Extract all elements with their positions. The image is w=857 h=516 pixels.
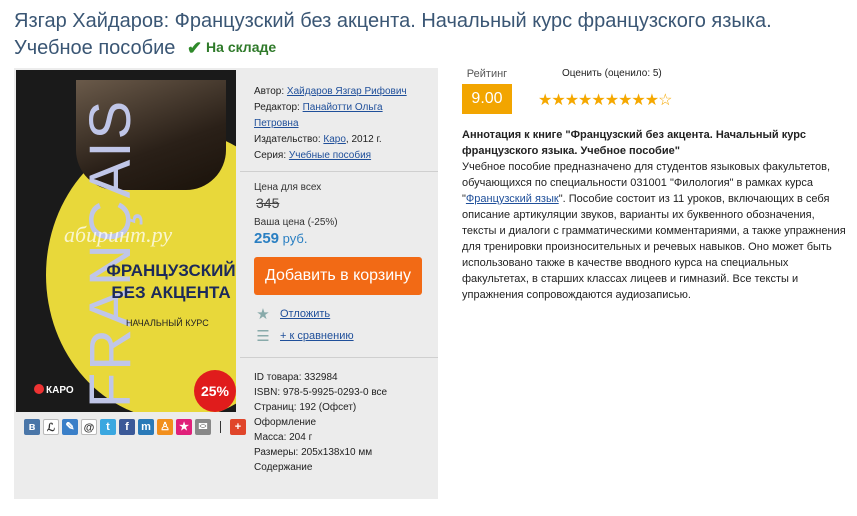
your-price-label: Ваша цена (-25%)	[254, 217, 338, 228]
book-cover[interactable]: FRANÇAIS абиринт.ру ФРАНЦУЗСКИЙ БЕЗ АКЦЕ…	[16, 70, 236, 412]
moimir-share-icon[interactable]: m	[138, 419, 154, 435]
contents-link[interactable]: Содержание	[254, 462, 312, 473]
product-id: ID товара: 332984	[254, 372, 338, 383]
book-title: Язгар Хайдаров: Французский без акцента.…	[14, 10, 772, 59]
rating-star-icon[interactable]: ★	[618, 92, 632, 109]
email-share-icon[interactable]: ✉	[195, 419, 211, 435]
meta-section: Автор: Хайдаров Язгар Рифович Редактор: …	[240, 68, 438, 172]
star-icon: ★	[256, 306, 270, 323]
mailru-share-icon[interactable]: @	[81, 419, 97, 435]
cover-watermark: абиринт.ру	[64, 222, 173, 247]
product-info: Автор: Хайдаров Язгар Рифович Редактор: …	[240, 68, 438, 483]
rating-star-icon[interactable]: ★	[551, 92, 565, 109]
rate-link[interactable]: Оценить (оценило: 5)	[562, 68, 762, 79]
details-section: ID товара: 332984 ISBN: 978-5-9925-0293-…	[240, 358, 438, 483]
facebook-share-icon[interactable]: f	[119, 419, 135, 435]
compare-link[interactable]: + к сравнению	[280, 330, 354, 342]
publisher-link[interactable]: Каро	[323, 134, 346, 145]
publisher-logo: КАРО	[34, 384, 74, 396]
weight: Масса: 204 г	[254, 432, 313, 443]
logo-dot-icon	[34, 384, 44, 394]
vk-share-icon[interactable]: в	[24, 419, 40, 435]
isbn: ISBN: 978-5-9925-0293-0	[254, 387, 369, 398]
share-bar: в ℒ ✎ @ t f m ♙ ★ ✉ +	[24, 418, 246, 436]
cover-subtitle: НАЧАЛЬНЫЙ КУРС	[126, 318, 209, 328]
series-link[interactable]: Учебные пособия	[289, 150, 371, 161]
price-all-label: Цена для всех	[254, 182, 322, 193]
compare-action[interactable]: ☰ + к сравнению	[254, 327, 424, 345]
discount-badge: 25%	[194, 370, 236, 412]
bookmark-share-icon[interactable]: ★	[176, 419, 192, 435]
annotation: Аннотация к книге "Французский без акцен…	[462, 127, 846, 303]
rating-star-icon[interactable]: ☆	[658, 92, 672, 109]
cover-title: ФРАНЦУЗСКИЙ БЕЗ АКЦЕНТА	[106, 261, 236, 302]
annotation-heading: Аннотация к книге "Французский без акцен…	[462, 129, 807, 157]
add-to-cart-button[interactable]: Добавить в корзину	[254, 257, 422, 295]
pages: Страниц: 192 (Офсет)	[254, 402, 357, 413]
postpone-action[interactable]: ★ Отложить	[254, 305, 424, 323]
twitter-share-icon[interactable]: t	[100, 419, 116, 435]
cover-vertical-text: FRANÇAIS	[78, 98, 144, 409]
liveinternet-share-icon[interactable]: ✎	[62, 419, 78, 435]
odnoklassniki-share-icon[interactable]: ♙	[157, 419, 173, 435]
rating-score: 9.00	[462, 84, 512, 114]
page-title: Язгар Хайдаров: Французский без акцента.…	[14, 8, 834, 61]
rating-star-icon[interactable]: ★	[631, 92, 645, 109]
check-icon: ✔	[186, 38, 203, 58]
design-link[interactable]: Оформление	[254, 417, 316, 428]
rating-label: Рейтинг	[466, 68, 508, 80]
new-price: 259 руб.	[254, 230, 308, 247]
author-link[interactable]: Хайдаров Язгар Рифович	[287, 86, 407, 97]
annotation-body: Учебное пособие предназначено для студен…	[462, 161, 846, 301]
old-price: 345	[256, 195, 280, 211]
stock-status: ✔ На складе	[186, 38, 277, 58]
rating-star-icon[interactable]: ★	[591, 92, 605, 109]
price-section: Цена для всех 345 Ваша цена (-25%) 259 р…	[240, 172, 438, 358]
lj-share-icon[interactable]: ℒ	[43, 419, 59, 435]
product-panel: FRANÇAIS абиринт.ру ФРАНЦУЗСКИЙ БЕЗ АКЦЕ…	[14, 68, 438, 499]
isbn-all-link[interactable]: все	[371, 387, 387, 398]
list-icon: ☰	[256, 328, 270, 345]
dimensions: Размеры: 205х138х10 мм	[254, 447, 373, 458]
share-separator	[220, 421, 221, 433]
rating-star-icon[interactable]: ★	[565, 92, 579, 109]
rating-star-icon[interactable]: ★	[605, 92, 619, 109]
course-link[interactable]: Французский язык	[466, 193, 559, 205]
rating-star-icon[interactable]: ★	[578, 92, 592, 109]
rating-star-icon[interactable]: ★	[538, 92, 552, 109]
postpone-link[interactable]: Отложить	[280, 308, 330, 320]
rating-star-icon[interactable]: ★	[645, 92, 659, 109]
rating-stars[interactable]: ★★★★★★★★★☆	[538, 90, 738, 110]
